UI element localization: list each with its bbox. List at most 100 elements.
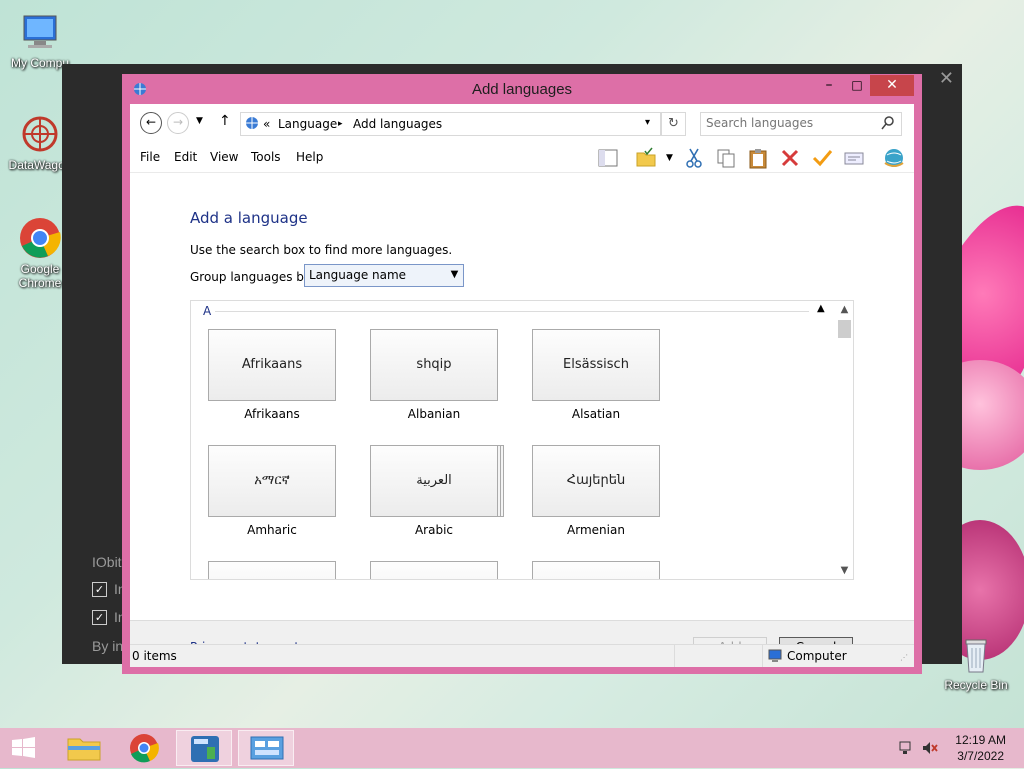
menu-tools[interactable]: Tools — [251, 150, 281, 164]
chrome-icon — [18, 216, 62, 260]
back-button[interactable]: ← — [140, 112, 162, 134]
language-tile-albanian[interactable]: shqip — [370, 329, 498, 401]
copy-icon[interactable] — [715, 147, 737, 169]
language-name: Armenian — [567, 523, 625, 537]
taskbar-chrome[interactable] — [116, 730, 172, 766]
breadcrumb-language[interactable]: Language — [278, 117, 337, 131]
page-title: Add a language — [190, 209, 308, 227]
group-by-select[interactable]: Language name ▼ — [304, 264, 464, 287]
close-icon[interactable]: ✕ — [939, 68, 954, 89]
installer-terms-text: By in — [92, 638, 124, 654]
start-button[interactable] — [0, 730, 48, 766]
properties-icon[interactable] — [843, 147, 865, 169]
installer-checkbox[interactable]: ✓ — [92, 610, 107, 625]
language-name: Amharic — [247, 523, 297, 537]
folder-options-dropdown[interactable]: ▼ — [666, 153, 673, 163]
minimize-button[interactable]: – — [814, 75, 844, 96]
status-item-count: 0 items — [132, 649, 177, 663]
refresh-button[interactable]: ↻ — [661, 112, 686, 136]
language-list: A ▲ Afrikaans Afrikaans shqip Albanian E… — [190, 300, 854, 580]
add-languages-window: Add languages – □ ✕ ← → ▼ ↑ « Language ▸… — [122, 74, 922, 674]
status-location: Computer — [787, 649, 847, 663]
title-bar[interactable]: Add languages – □ ✕ — [122, 74, 922, 104]
menu-bar: File Edit View Tools Help ▼ — [130, 144, 914, 173]
language-native-name: العربية — [416, 473, 452, 488]
resize-grip-icon[interactable]: ⋰ — [900, 653, 908, 662]
maximize-button[interactable]: □ — [844, 75, 870, 96]
search-input[interactable] — [706, 116, 871, 130]
taskbar-file-explorer[interactable] — [56, 730, 112, 766]
scroll-thumb[interactable] — [838, 320, 851, 338]
address-row: ← → ▼ ↑ « Language ▸ Add languages ▾ ↻ — [130, 104, 914, 144]
clock-date: 3/7/2022 — [957, 749, 1004, 763]
check-icon[interactable] — [811, 147, 833, 169]
language-tile-armenian[interactable]: Հայերեն — [532, 445, 660, 517]
address-globe-icon — [244, 115, 260, 134]
file-explorer-icon — [67, 738, 101, 761]
installer-checkbox[interactable]: ✓ — [92, 582, 107, 597]
delete-icon[interactable] — [779, 147, 801, 169]
chrome-icon — [130, 734, 159, 763]
my-computer-icon — [18, 10, 62, 54]
menu-file[interactable]: File — [140, 150, 160, 164]
language-tile-afrikaans[interactable]: Afrikaans — [208, 329, 336, 401]
breadcrumb-add-languages[interactable]: Add languages — [353, 117, 442, 131]
instruction-text: Use the search box to find more language… — [190, 243, 453, 257]
language-native-name: Հայերեն — [566, 473, 626, 488]
search-box[interactable] — [700, 112, 902, 136]
folder-check-icon[interactable] — [635, 147, 657, 169]
scroll-up-button[interactable]: ▲ — [836, 301, 853, 318]
globe-icon[interactable] — [883, 147, 905, 169]
menu-help[interactable]: Help — [296, 150, 323, 164]
forward-button[interactable]: → — [167, 112, 189, 134]
control-panel-icon — [250, 736, 284, 760]
taskbar: 12:19 AM 3/7/2022 — [0, 728, 1024, 768]
iobit-icon — [191, 736, 219, 762]
scroll-down-button[interactable]: ▼ — [836, 562, 853, 579]
group-divider — [215, 311, 809, 312]
language-native-name: shqip — [416, 357, 452, 372]
layout-pane-icon[interactable] — [597, 147, 619, 169]
content-area: Add a language Use the search box to fin… — [130, 173, 914, 620]
cut-icon[interactable] — [683, 147, 705, 169]
language-name: Arabic — [414, 523, 454, 537]
breadcrumb-separator: ▸ — [338, 119, 343, 129]
recent-locations-dropdown[interactable]: ▼ — [196, 116, 203, 126]
system-clock[interactable]: 12:19 AM 3/7/2022 — [955, 732, 1006, 764]
address-prefix: « — [263, 117, 271, 131]
group-header[interactable]: A — [203, 304, 211, 318]
vertical-scrollbar[interactable]: ▲ ▼ — [836, 301, 853, 579]
network-icon[interactable] — [898, 740, 914, 759]
windows-logo-icon — [12, 737, 35, 758]
window-title: Add languages — [471, 81, 573, 98]
menu-view[interactable]: View — [210, 150, 238, 164]
group-by-label: Group languages by: — [190, 270, 315, 284]
language-tile-amharic[interactable]: አማርኛ — [208, 445, 336, 517]
status-divider — [674, 645, 675, 667]
language-tile-alsatian[interactable]: Elsässisch — [532, 329, 660, 401]
address-bar[interactable]: « Language ▸ Add languages ▾ — [240, 112, 661, 136]
up-button[interactable]: ↑ — [219, 113, 231, 129]
volume-muted-icon[interactable] — [921, 740, 939, 759]
language-native-name: አማርኛ — [254, 473, 290, 488]
language-tile[interactable] — [208, 561, 336, 579]
group-by-value: Language name — [309, 268, 407, 282]
close-button[interactable]: ✕ — [870, 75, 914, 96]
computer-icon — [767, 648, 783, 667]
collapse-group-icon[interactable]: ▲ — [817, 303, 825, 314]
paste-icon[interactable] — [747, 147, 769, 169]
status-divider — [762, 645, 763, 667]
chevron-down-icon[interactable]: ▾ — [645, 117, 650, 128]
desktop-icon-my-computer[interactable]: My Compu — [0, 10, 80, 70]
language-name: Albanian — [407, 407, 461, 421]
search-icon[interactable] — [881, 115, 895, 134]
language-tile[interactable] — [370, 561, 498, 579]
language-tile[interactable] — [532, 561, 660, 579]
chevron-down-icon: ▼ — [450, 269, 459, 280]
menu-edit[interactable]: Edit — [174, 150, 197, 164]
status-bar: 0 items Computer ⋰ — [130, 644, 914, 667]
taskbar-control-panel[interactable] — [238, 730, 294, 766]
language-tile-arabic[interactable]: العربية — [370, 445, 498, 517]
taskbar-iobit-installer[interactable] — [176, 730, 232, 766]
desktop-icon-label: Recycle Bin — [944, 678, 1008, 692]
